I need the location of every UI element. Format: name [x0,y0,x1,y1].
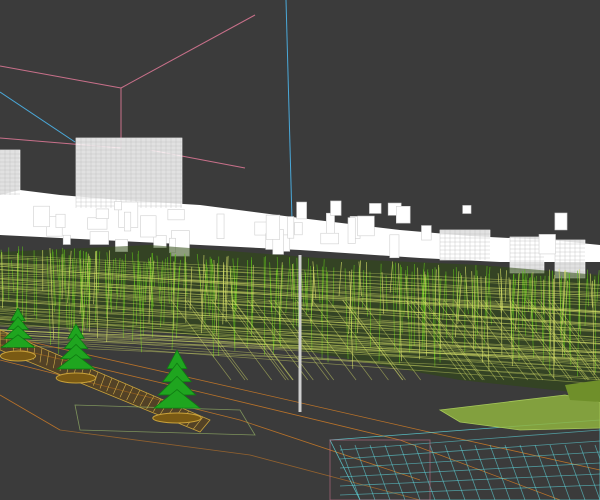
building-block [89,231,109,245]
building-block [33,205,50,228]
building-block [265,214,281,240]
building-block [330,200,342,216]
tree-base [55,372,97,384]
building-block [389,234,400,259]
building-block [296,201,307,220]
building-block [462,205,472,214]
building-block [167,209,185,221]
building-block [216,213,225,239]
building-block [287,216,295,239]
building-block [140,215,157,238]
building-block [124,211,132,232]
building-block [396,206,411,224]
building-block [347,217,356,244]
building-block [294,222,303,236]
building-block [554,212,568,231]
building-block [95,208,109,219]
building-block [87,217,108,230]
building-block [55,213,66,228]
building-block [369,203,382,214]
3d-viewport[interactable] [0,0,600,500]
building-block [320,232,339,245]
building-block [326,212,335,236]
tree-base [152,412,202,424]
building-block [538,234,556,255]
building-block [421,225,432,241]
building-block [62,234,71,245]
wireframe-scene [0,0,600,500]
tree-base [0,350,37,362]
building-block [114,201,122,211]
building-block [357,215,375,237]
